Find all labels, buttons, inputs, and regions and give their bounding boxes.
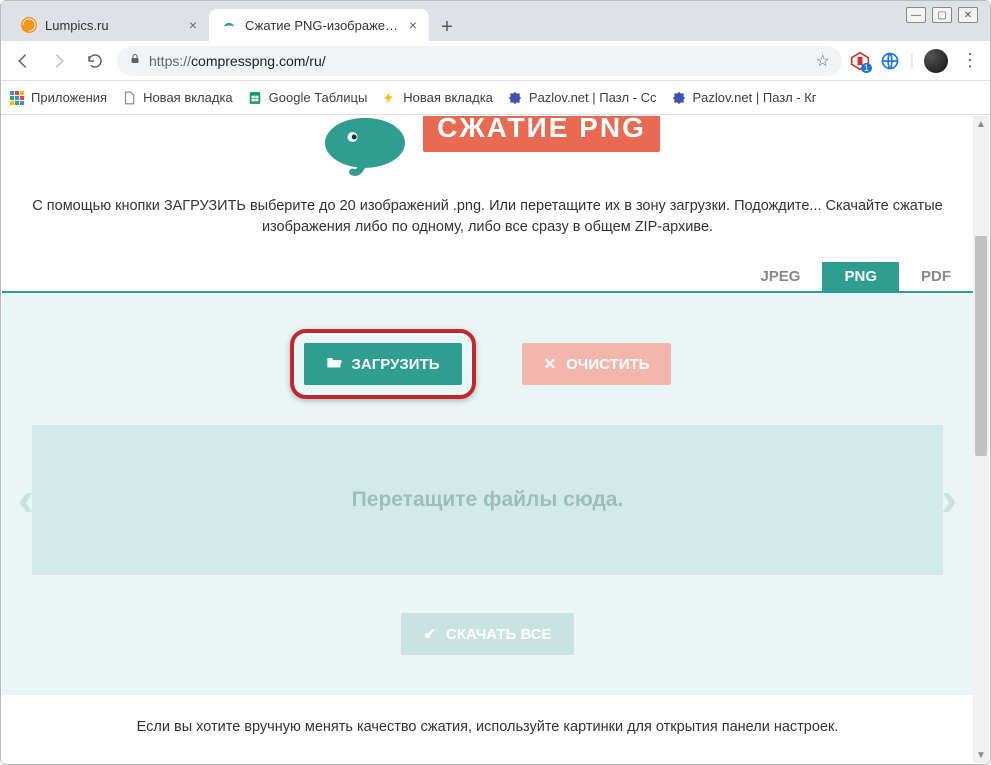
forward-button[interactable] bbox=[45, 47, 73, 75]
intro-text: С помощью кнопки ЗАГРУЗИТЬ выберите до 2… bbox=[2, 176, 973, 262]
scrollbar-up-icon[interactable]: ▲ bbox=[973, 116, 989, 132]
favicon-icon bbox=[21, 17, 37, 33]
tab-title: Сжатие PNG-изображений онл bbox=[245, 18, 401, 33]
format-tab-jpeg[interactable]: JPEG bbox=[738, 262, 822, 291]
globe-extension-icon[interactable] bbox=[880, 51, 900, 71]
bookmark-pazlov-2[interactable]: Pazlov.net | Пазл - Кг bbox=[671, 90, 817, 106]
browser-window: — ▢ ✕ Lumpics.ru × Сжатие PNG-изображени… bbox=[0, 0, 991, 765]
bookmark-label: Pazlov.net | Пазл - Кг bbox=[693, 90, 817, 105]
clear-button[interactable]: ✕ ОЧИСТИТЬ bbox=[522, 343, 672, 385]
bookmark-label: Новая вкладка bbox=[143, 90, 233, 105]
browser-menu-button[interactable]: ⋮ bbox=[958, 49, 982, 73]
tab-title: Lumpics.ru bbox=[45, 18, 181, 33]
bolt-icon bbox=[381, 90, 397, 106]
logo-mark-icon bbox=[315, 116, 405, 176]
scrollbar-thumb[interactable] bbox=[975, 236, 987, 456]
scrollbar-down-icon[interactable]: ▼ bbox=[973, 747, 989, 763]
bookmark-new-tab-2[interactable]: Новая вкладка bbox=[381, 90, 493, 106]
adblock-extension-icon[interactable]: 1 bbox=[850, 51, 870, 71]
document-icon bbox=[121, 90, 137, 106]
bookmark-label: Приложения bbox=[31, 90, 107, 105]
address-bar[interactable]: https://compresspng.com/ru/ ☆ bbox=[117, 46, 842, 76]
dropzone[interactable]: ‹ Перетащите файлы сюда. › bbox=[32, 425, 943, 575]
maximize-button[interactable]: ▢ bbox=[932, 7, 952, 23]
browser-toolbar: https://compresspng.com/ru/ ☆ 1 | ⋮ bbox=[1, 41, 990, 81]
clear-button-label: ОЧИСТИТЬ bbox=[566, 356, 649, 373]
lock-icon bbox=[129, 53, 141, 68]
hint-text: Если вы хотите вручную менять качество с… bbox=[2, 695, 973, 745]
bookmark-apps[interactable]: Приложения bbox=[9, 90, 107, 106]
dropzone-text: Перетащите файлы сюда. bbox=[352, 488, 624, 512]
button-row: ЗАГРУЗИТЬ ✕ ОЧИСТИТЬ bbox=[32, 343, 943, 385]
favicon-icon bbox=[221, 17, 237, 33]
upload-area: ЗАГРУЗИТЬ ✕ ОЧИСТИТЬ ‹ Перетащите файлы … bbox=[2, 293, 973, 695]
tab-compresspng[interactable]: Сжатие PNG-изображений онл × bbox=[209, 9, 429, 41]
apps-icon bbox=[9, 90, 25, 106]
puzzle-icon bbox=[507, 90, 523, 106]
new-tab-button[interactable]: + bbox=[433, 13, 461, 41]
upload-button[interactable]: ЗАГРУЗИТЬ bbox=[304, 343, 462, 385]
logo-text: СЖАТИЕ PNG bbox=[423, 116, 660, 152]
bookmark-label: Google Таблицы bbox=[269, 90, 368, 105]
back-button[interactable] bbox=[9, 47, 37, 75]
reload-button[interactable] bbox=[81, 47, 109, 75]
bookmark-google-sheets[interactable]: Google Таблицы bbox=[247, 90, 368, 106]
vertical-scrollbar[interactable]: ▲ ▼ bbox=[973, 116, 989, 763]
bookmark-pazlov-1[interactable]: Pazlov.net | Пазл - Сс bbox=[507, 90, 657, 106]
minimize-button[interactable]: — bbox=[906, 7, 926, 23]
download-all-label: СКАЧАТЬ ВСЕ bbox=[446, 626, 552, 643]
bookmark-new-tab-1[interactable]: Новая вкладка bbox=[121, 90, 233, 106]
bookmark-label: Pazlov.net | Пазл - Сс bbox=[529, 90, 657, 105]
window-controls: — ▢ ✕ bbox=[906, 7, 978, 23]
page-content: СЖАТИЕ PNG С помощью кнопки ЗАГРУЗИТЬ вы… bbox=[2, 116, 973, 763]
download-all-button[interactable]: ✔ СКАЧАТЬ ВСЕ bbox=[401, 613, 573, 655]
folder-open-icon bbox=[326, 355, 342, 373]
bookmarks-bar: Приложения Новая вкладка Google Таблицы … bbox=[1, 81, 990, 115]
profile-avatar[interactable] bbox=[924, 49, 948, 73]
extension-badge: 1 bbox=[861, 63, 872, 73]
close-icon: ✕ bbox=[544, 355, 557, 373]
bookmark-label: Новая вкладка bbox=[403, 90, 493, 105]
format-tab-png[interactable]: PNG bbox=[822, 262, 899, 291]
page-viewport: ▲ ▼ СЖАТИЕ PNG С помощью кнопки ЗАГРУЗИТ… bbox=[2, 116, 989, 763]
check-icon: ✔ bbox=[423, 625, 436, 643]
tab-strip: Lumpics.ru × Сжатие PNG-изображений онл … bbox=[1, 1, 990, 41]
tab-lumpics[interactable]: Lumpics.ru × bbox=[9, 9, 209, 41]
carousel-prev-icon[interactable]: ‹ bbox=[18, 473, 34, 528]
format-tab-pdf[interactable]: PDF bbox=[899, 262, 973, 291]
tab-close-icon[interactable]: × bbox=[409, 17, 417, 33]
close-window-button[interactable]: ✕ bbox=[958, 7, 978, 23]
tab-close-icon[interactable]: × bbox=[189, 17, 197, 33]
download-row: ✔ СКАЧАТЬ ВСЕ bbox=[32, 575, 943, 655]
upload-button-label: ЗАГРУЗИТЬ bbox=[352, 356, 440, 373]
extension-icons: 1 | ⋮ bbox=[850, 49, 982, 73]
format-tabs: JPEG PNG PDF bbox=[2, 262, 973, 293]
site-logo: СЖАТИЕ PNG bbox=[2, 116, 973, 176]
puzzle-icon bbox=[671, 90, 687, 106]
carousel-next-icon[interactable]: › bbox=[941, 473, 957, 528]
url-text: https://compresspng.com/ru/ bbox=[149, 53, 326, 69]
sheets-icon bbox=[247, 90, 263, 106]
bookmark-star-icon[interactable]: ☆ bbox=[816, 51, 830, 71]
